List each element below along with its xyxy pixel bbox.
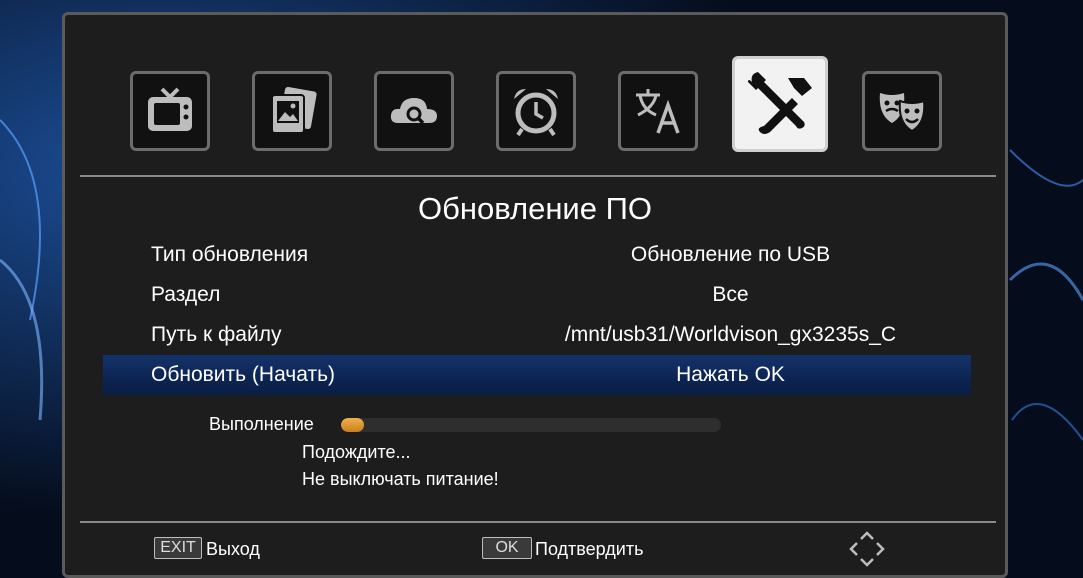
setting-value: /mnt/usb31/Worldvison_gx3235s_C [564,323,897,346]
theater-icon [879,93,926,133]
setting-value: Обновление по USB [630,243,831,266]
settings-panel: Обновление ПО Тип обновления Обновление … [62,12,1008,578]
setting-label: Тип обновления [151,243,309,266]
setting-row-start-update[interactable]: Обновить (Начать) Нажать OK [103,355,971,395]
exit-key-icon[interactable]: EXIT [154,537,202,559]
setting-value: Нажать OK [676,363,785,386]
tab-cloud[interactable] [374,71,454,151]
confirm-hint-label: Подтвердить [535,539,644,559]
cloud-search-icon [390,98,437,125]
tab-entertainment[interactable] [862,71,942,151]
setting-value: Все [712,283,749,306]
setting-row-partition[interactable]: Раздел Все [103,275,971,315]
alarm-clock-icon [514,89,558,137]
tab-timer[interactable] [496,71,576,151]
top-divider [80,175,996,177]
progress-label: Выполнение [209,414,314,434]
progress-fill [341,418,364,432]
navigation-arrows-icon [849,531,885,567]
setting-row-file-path[interactable]: Путь к файлу /mnt/usb31/Worldvison_gx323… [103,315,971,355]
bottom-divider [80,521,996,523]
tools-icon [748,72,812,134]
language-icon [636,89,680,134]
media-icon [271,86,317,134]
tab-system-tools[interactable] [732,56,828,152]
setting-label: Путь к файлу [151,323,282,346]
tab-media[interactable] [252,71,332,151]
power-warning-message: Не выключать питание! [302,469,499,489]
setting-row-update-type[interactable]: Тип обновления Обновление по USB [103,235,971,275]
exit-hint-label: Выход [206,539,260,559]
tab-tv[interactable] [130,71,210,151]
tv-icon [148,87,192,131]
setting-label: Раздел [151,283,221,306]
setting-label: Обновить (Начать) [151,363,336,386]
page-title: Обновление ПО [418,191,652,226]
wait-message: Подождите... [302,442,411,462]
tab-language[interactable] [618,71,698,151]
ok-key-icon[interactable]: OK [482,537,532,559]
progress-bar [341,418,721,432]
